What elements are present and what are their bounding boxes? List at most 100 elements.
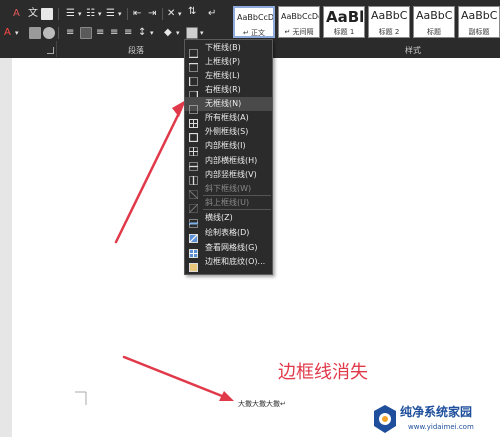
ribbon-separator — [162, 8, 163, 20]
phonetic-guide-icon[interactable]: 文 — [28, 8, 38, 20]
distributed-icon[interactable]: ≡ — [124, 27, 132, 39]
top-border-icon — [189, 57, 198, 72]
draw-table-icon — [189, 228, 198, 243]
paragraph-group-label: 段落 — [128, 46, 144, 55]
menu-separator — [203, 195, 271, 196]
style-card[interactable]: AaBbCcDd ↵ 无间隔 — [278, 6, 320, 38]
bullets-icon[interactable]: ☰ — [66, 8, 75, 20]
menu-item-label: 斜上框线(U) — [205, 198, 250, 207]
chinese-layout-icon[interactable]: ✕ — [167, 8, 175, 20]
style-card[interactable]: AaBl 标题 1 — [323, 6, 365, 38]
style-sample-text: AaBbCcDd — [281, 12, 320, 21]
menu-item-outside-borders[interactable]: 外侧框线(S) — [185, 125, 272, 143]
chevron-down-icon[interactable]: ▾ — [98, 8, 102, 20]
ribbon-separator — [58, 27, 59, 39]
menu-separator — [203, 209, 271, 210]
align-left-icon[interactable]: ≡ — [66, 27, 74, 39]
menu-item-inside-horizontal-border[interactable]: 内部横框线(H) — [185, 154, 272, 171]
menu-item-no-border[interactable]: 无框线(N) — [185, 97, 272, 114]
chevron-down-icon[interactable]: ▾ — [15, 27, 19, 39]
ribbon-group-divider — [56, 41, 57, 57]
menu-item-diagonal-up-border: 斜上框线(U) — [185, 196, 272, 214]
character-shading-icon[interactable] — [29, 27, 41, 39]
style-name-label: 标题 2 — [378, 28, 400, 36]
decrease-indent-icon[interactable]: ⇤ — [133, 8, 141, 20]
menu-item-right-border[interactable]: 右框线(R) — [185, 83, 272, 100]
watermark-logo-icon — [374, 405, 396, 433]
menu-item-inside-vertical-border[interactable]: 内部竖框线(V) — [185, 168, 272, 185]
style-card[interactable]: AaBbC 副标题 — [458, 6, 500, 38]
inside-vertical-border-icon — [189, 170, 198, 185]
font-color-icon[interactable]: A — [4, 27, 11, 39]
ribbon-separator — [127, 8, 128, 20]
chevron-down-icon[interactable]: ▾ — [176, 27, 180, 39]
diagonal-down-border-icon — [188, 184, 199, 200]
no-border-icon — [189, 99, 198, 114]
clear-format-icon[interactable]: A — [13, 8, 20, 20]
style-name-label: 标题 — [427, 28, 441, 36]
menu-item-label: 右框线(R) — [205, 85, 241, 94]
style-card[interactable]: AaBbC 标题 2 — [368, 6, 410, 38]
inside-borders-icon — [189, 141, 198, 156]
style-card[interactable]: AaBbCcDd ↵ 正文 — [233, 6, 275, 38]
menu-item-draw-table[interactable]: 绘制表格(D) — [185, 226, 272, 243]
watermark-url: www.yidaimei.com — [408, 423, 474, 431]
style-name-label: ↵ 无间隔 — [284, 28, 314, 36]
justify-icon[interactable]: ≡ — [110, 27, 118, 39]
menu-item-label: 查看网格线(G) — [205, 243, 258, 252]
menu-item-view-gridlines[interactable]: 查看网格线(G) — [185, 241, 272, 258]
menu-item-label: 边框和底纹(O)... — [205, 257, 266, 266]
menu-item-label: 内部横框线(H) — [205, 156, 258, 165]
menu-item-left-border[interactable]: 左框线(L) — [185, 69, 272, 86]
menu-item-label: 绘制表格(D) — [205, 228, 250, 237]
annotation-text: 边框线消失 — [278, 362, 368, 383]
style-name-label: ↵ 正文 — [242, 29, 266, 37]
multilevel-list-icon[interactable]: ☰ — [106, 8, 115, 20]
outside-borders-icon — [188, 127, 199, 143]
sort-icon[interactable]: ⇅ — [188, 6, 196, 18]
menu-item-label: 外侧框线(S) — [205, 127, 249, 136]
ribbon-separator — [58, 8, 59, 20]
align-center-icon[interactable] — [80, 27, 92, 39]
character-border-icon[interactable] — [41, 8, 53, 20]
left-page-margin — [0, 58, 12, 437]
style-card[interactable]: AaBbC 标题 — [413, 6, 455, 38]
chevron-down-icon[interactable]: ▾ — [78, 8, 82, 20]
borders-dropdown-menu: 下框线(B) 上框线(P) 左框线(L) 右框线(R) 无框线(N) 所有框线(A) 外侧框… — [184, 39, 273, 275]
increase-indent-icon[interactable]: ⇥ — [148, 8, 156, 20]
numbering-icon[interactable]: ☷ — [86, 8, 95, 20]
menu-item-horizontal-line[interactable]: 横线(Z) — [185, 211, 272, 228]
menu-item-label: 斜下框线(W) — [205, 184, 252, 193]
menu-item-label: 左框线(L) — [205, 71, 240, 80]
chevron-down-icon[interactable]: ▾ — [150, 27, 154, 39]
align-right-icon[interactable]: ≡ — [96, 27, 104, 39]
right-border-icon — [189, 85, 199, 100]
menu-item-label: 上框线(P) — [205, 57, 241, 66]
style-name-label: 标题 1 — [333, 28, 355, 36]
menu-item-inside-borders[interactable]: 内部框线(I) — [185, 139, 272, 156]
watermark: 纯净系统家园 www.yidaimei.com — [372, 402, 500, 437]
show-marks-icon[interactable]: ↵ — [208, 8, 216, 20]
view-gridlines-icon — [189, 243, 198, 258]
menu-item-diagonal-down-border: 斜下框线(W) — [185, 182, 272, 200]
menu-item-borders-shading[interactable]: 边框和底纹(O)... — [185, 255, 272, 272]
borders-dropdown-chevron-icon[interactable]: ▾ — [200, 27, 204, 39]
menu-item-label: 所有框线(A) — [205, 113, 249, 122]
menu-item-label: 横线(Z) — [205, 213, 233, 222]
line-spacing-icon[interactable]: ↕ — [138, 27, 146, 39]
style-sample-text: AaBbC — [371, 9, 408, 22]
style-name-label: 副标题 — [468, 28, 490, 36]
menu-item-top-border[interactable]: 上框线(P) — [185, 55, 272, 72]
menu-item-all-borders[interactable]: 所有框线(A) — [185, 111, 272, 128]
style-sample-text: AaBbC — [416, 9, 453, 22]
document-body-text[interactable]: 大撒大撒大撒↵ — [238, 399, 286, 409]
chevron-down-icon[interactable]: ▾ — [118, 8, 122, 20]
enclose-characters-icon[interactable] — [43, 27, 55, 39]
chevron-down-icon[interactable]: ▾ — [178, 8, 182, 20]
styles-group-label: 样式 — [405, 46, 421, 55]
menu-item-bottom-border[interactable]: 下框线(B) — [185, 41, 272, 59]
menu-item-label: 下框线(B) — [205, 43, 241, 52]
shading-icon[interactable]: ◆ — [164, 27, 172, 39]
borders-button-icon[interactable] — [186, 27, 198, 39]
font-dialog-launcher-icon[interactable] — [47, 47, 54, 54]
